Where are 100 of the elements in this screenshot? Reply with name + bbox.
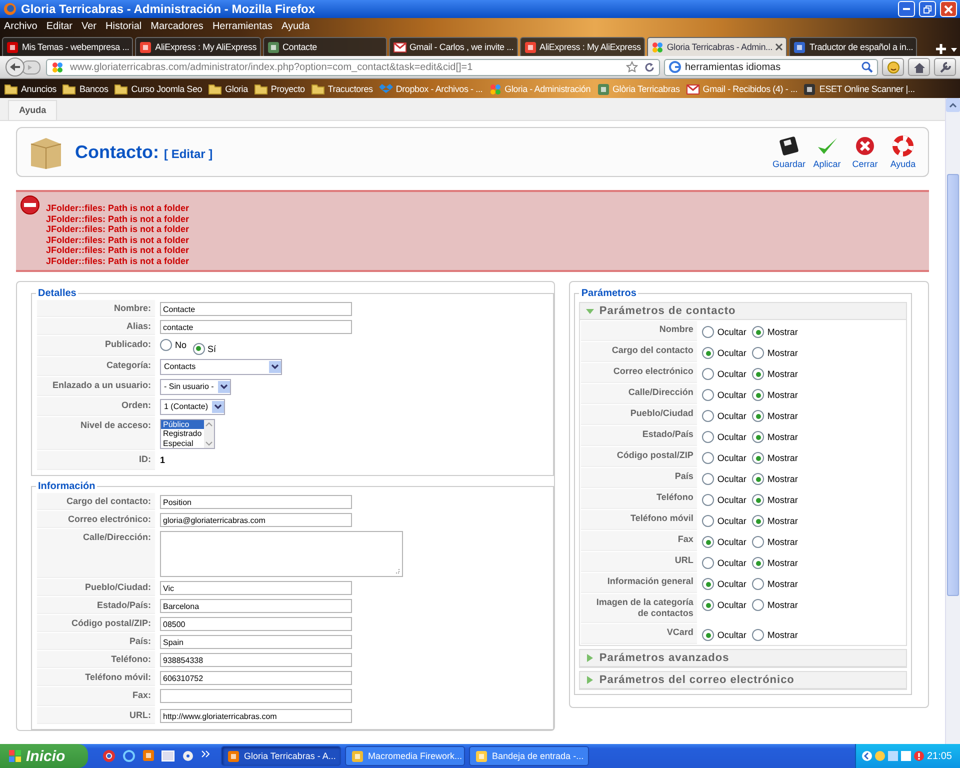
radio-button[interactable] bbox=[752, 557, 764, 569]
bookmark-item[interactable]: Gmail - Recibidos (4) - ... bbox=[686, 84, 798, 94]
radio-button[interactable] bbox=[702, 629, 714, 641]
menu-item[interactable]: Editar bbox=[46, 20, 72, 32]
radio-button[interactable] bbox=[702, 431, 714, 443]
radio-button[interactable] bbox=[752, 368, 764, 380]
browser-tab[interactable]: Contacte bbox=[262, 37, 386, 56]
browser-tab[interactable]: AliExpress : My AliExpress bbox=[520, 37, 645, 56]
bookmark-item[interactable]: ESET Online Scanner |... bbox=[803, 82, 915, 96]
radio-button[interactable] bbox=[702, 326, 714, 338]
menu-item[interactable]: Historial bbox=[106, 20, 142, 32]
text-field[interactable]: contacte bbox=[160, 320, 352, 334]
bookmark-item[interactable]: Anuncios bbox=[4, 83, 56, 95]
text-field[interactable]: http://www.gloriaterricabras.com bbox=[160, 709, 352, 723]
text-field[interactable]: gloria@gloriaterricabras.com bbox=[160, 513, 352, 527]
scrollbar-thumb[interactable] bbox=[947, 174, 959, 596]
radio-button[interactable] bbox=[752, 326, 764, 338]
radio-button[interactable] bbox=[702, 515, 714, 527]
search-icon[interactable] bbox=[861, 61, 873, 73]
close-button[interactable] bbox=[940, 1, 957, 17]
chrome-logo-icon[interactable] bbox=[102, 749, 116, 763]
taskbar-item[interactable]: Macromedia Firework... bbox=[345, 746, 465, 766]
accordion-header[interactable]: Parámetros de contacto bbox=[580, 303, 906, 320]
radio-button[interactable] bbox=[702, 536, 714, 548]
radio-button[interactable] bbox=[702, 578, 714, 590]
bookmark-item[interactable]: Proyecto bbox=[254, 83, 305, 95]
radio-button[interactable] bbox=[752, 515, 764, 527]
accordion-header[interactable]: Parámetros avanzados bbox=[580, 650, 906, 667]
close-icon[interactable] bbox=[775, 43, 784, 51]
star-icon[interactable] bbox=[626, 61, 638, 73]
radio-button[interactable] bbox=[160, 339, 172, 351]
radio-button[interactable] bbox=[752, 599, 764, 611]
text-area[interactable] bbox=[160, 531, 403, 577]
radio-button[interactable] bbox=[702, 410, 714, 422]
radio-button[interactable] bbox=[702, 452, 714, 464]
dropdown[interactable]: Contacts bbox=[160, 358, 282, 374]
bookmark-item[interactable]: Dropbox - Archivos - ... bbox=[378, 83, 483, 95]
maximize-button[interactable] bbox=[919, 1, 936, 17]
browser-tab[interactable]: Mis Temas - webempresa ... bbox=[2, 37, 134, 56]
browser-tab[interactable]: AliExpress : My AliExpress bbox=[135, 37, 260, 56]
submenu-tab[interactable]: Ayuda bbox=[8, 100, 58, 120]
radio-button[interactable] bbox=[752, 431, 764, 443]
list-option[interactable]: Registrado bbox=[161, 429, 204, 438]
radio-button[interactable] bbox=[702, 347, 714, 359]
address-bar[interactable]: www.gloriaterricabras.com/administrator/index.php?option=com_contact&task=edit&cid[]=1 bbox=[46, 58, 660, 76]
bookmark-item[interactable]: Tracuctores bbox=[310, 83, 373, 95]
toolbar-button[interactable]: Cerrar bbox=[846, 135, 884, 169]
accordion-header[interactable]: Parámetros del correo electrónico bbox=[580, 672, 906, 689]
menu-item[interactable]: Marcadores bbox=[150, 20, 204, 32]
bookmark-item[interactable]: Bancos bbox=[62, 83, 108, 95]
bookmark-item[interactable]: Gloria bbox=[208, 83, 248, 95]
text-field[interactable]: 606310752 bbox=[160, 671, 352, 685]
browser-tab[interactable]: Gloria Terricabras - Admin... bbox=[646, 37, 788, 56]
radio-button[interactable] bbox=[752, 452, 764, 464]
menu-item[interactable]: Ayuda bbox=[281, 20, 310, 32]
radio-button[interactable] bbox=[752, 536, 764, 548]
home-button[interactable] bbox=[908, 58, 930, 76]
taskbar-item[interactable]: Bandeja de entrada -... bbox=[469, 746, 589, 766]
window-icon[interactable] bbox=[161, 749, 175, 763]
browser-tab[interactable]: Gmail - Carlos , we invite ... bbox=[388, 37, 518, 56]
radio-button[interactable] bbox=[752, 578, 764, 590]
radio-button[interactable] bbox=[752, 347, 764, 359]
dropdown[interactable]: - Sin usuario - bbox=[160, 378, 231, 394]
radio-button[interactable] bbox=[752, 494, 764, 506]
search-field[interactable]: herramientas idiomas bbox=[664, 58, 878, 76]
text-field[interactable]: Contacte bbox=[160, 302, 352, 316]
text-field[interactable]: 08500 bbox=[160, 617, 352, 631]
ie-logo-icon[interactable] bbox=[122, 749, 136, 763]
text-field[interactable] bbox=[160, 689, 352, 703]
text-field[interactable]: 938854338 bbox=[160, 653, 352, 667]
dropdown[interactable]: 1 (Contacte) bbox=[160, 398, 226, 414]
back-button-icon[interactable] bbox=[4, 57, 42, 77]
bookmark-item[interactable]: Curso Joomla Seo bbox=[114, 83, 202, 95]
text-field[interactable]: Spain bbox=[160, 635, 352, 649]
list-option[interactable]: Especial bbox=[161, 438, 204, 448]
radio-button[interactable] bbox=[702, 368, 714, 380]
radio-button[interactable] bbox=[752, 473, 764, 485]
radio-button[interactable] bbox=[702, 389, 714, 401]
window-icon[interactable] bbox=[900, 751, 911, 761]
minimize-button[interactable] bbox=[898, 1, 915, 17]
chevron-left-icon[interactable] bbox=[862, 751, 872, 761]
radio-button[interactable] bbox=[702, 494, 714, 506]
tools-button[interactable] bbox=[934, 58, 956, 76]
toolbar-button[interactable]: Guardar bbox=[770, 135, 808, 169]
text-field[interactable]: Barcelona bbox=[160, 599, 352, 613]
list-box[interactable]: Público Registrado Especial bbox=[160, 418, 215, 449]
list-option[interactable]: Público bbox=[161, 420, 204, 429]
toolbar-button[interactable]: Ayuda bbox=[884, 135, 922, 169]
toolbar-button[interactable]: Aplicar bbox=[808, 135, 846, 169]
radio-button[interactable] bbox=[752, 629, 764, 641]
radio-button[interactable] bbox=[702, 557, 714, 569]
radio-button[interactable] bbox=[752, 389, 764, 401]
addon-button[interactable] bbox=[882, 58, 904, 76]
menu-item[interactable]: Ver bbox=[81, 20, 96, 32]
radio-button[interactable] bbox=[192, 342, 205, 354]
radio-button[interactable] bbox=[702, 599, 714, 611]
chevron-icon[interactable] bbox=[201, 749, 211, 759]
plus-icon[interactable] bbox=[934, 42, 948, 56]
menu-item[interactable]: Herramientas bbox=[212, 20, 272, 32]
disc-icon[interactable] bbox=[181, 749, 195, 763]
